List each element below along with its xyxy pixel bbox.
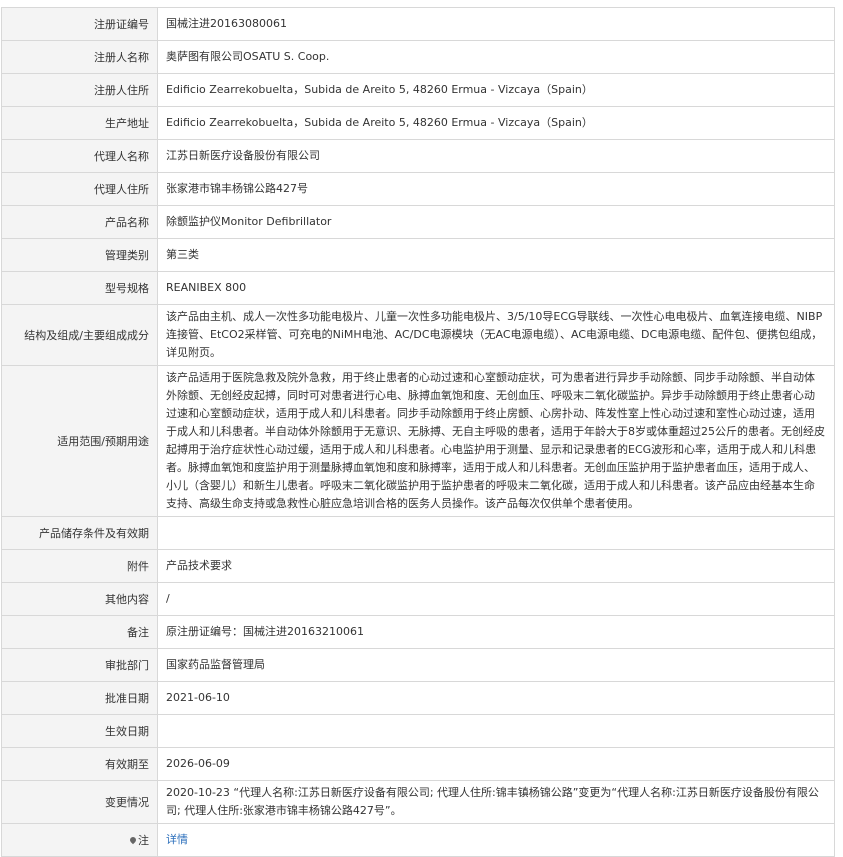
- table-row: 注册人住所 Edificio Zearrekobuelta，Subida de …: [1, 73, 835, 107]
- table-row: 变更情况 2020-10-23 “代理人名称:江苏日新医疗设备有限公司; 代理人…: [1, 780, 835, 824]
- table-row: 注册证编号 国械注进20163080061: [1, 7, 835, 41]
- row-value: [157, 516, 835, 550]
- table-row: 结构及组成/主要组成成分 该产品由主机、成人一次性多功能电极片、儿童一次性多功能…: [1, 304, 835, 366]
- note-label-cell: 注: [1, 823, 158, 857]
- table-row: 生产地址 Edificio Zearrekobuelta，Subida de A…: [1, 106, 835, 140]
- row-label: 变更情况: [1, 780, 158, 824]
- row-label: 代理人名称: [1, 139, 158, 173]
- table-row: 有效期至 2026-06-09: [1, 747, 835, 781]
- table-row: 其他内容 /: [1, 582, 835, 616]
- row-value: /: [157, 582, 835, 616]
- details-link[interactable]: 详情: [166, 833, 188, 846]
- row-value: Edificio Zearrekobuelta，Subida de Areito…: [157, 73, 835, 107]
- row-value: Edificio Zearrekobuelta，Subida de Areito…: [157, 106, 835, 140]
- row-value: 该产品由主机、成人一次性多功能电极片、儿童一次性多功能电极片、3/5/10导EC…: [157, 304, 835, 366]
- table-row: 注册人名称 奥萨图有限公司OSATU S. Coop.: [1, 40, 835, 74]
- row-label: 附件: [1, 549, 158, 583]
- table-row: 管理类别 第三类: [1, 238, 835, 272]
- row-value: [157, 714, 835, 748]
- row-value: 2021-06-10: [157, 681, 835, 715]
- row-label: 注册人住所: [1, 73, 158, 107]
- table-row: 产品名称 除颤监护仪Monitor Defibrillator: [1, 205, 835, 239]
- row-label: 型号规格: [1, 271, 158, 305]
- row-label: 管理类别: [1, 238, 158, 272]
- row-value: REANIBEX 800: [157, 271, 835, 305]
- row-value: 2020-10-23 “代理人名称:江苏日新医疗设备有限公司; 代理人住所:锦丰…: [157, 780, 835, 824]
- table-row: 备注 原注册证编号：国械注进20163210061: [1, 615, 835, 649]
- table-row: 代理人住所 张家港市锦丰杨锦公路427号: [1, 172, 835, 206]
- row-label: 审批部门: [1, 648, 158, 682]
- row-label: 批准日期: [1, 681, 158, 715]
- table-row: 代理人名称 江苏日新医疗设备股份有限公司: [1, 139, 835, 173]
- note-label: 注: [138, 834, 149, 847]
- row-label: 其他内容: [1, 582, 158, 616]
- row-label: 适用范围/预期用途: [1, 365, 158, 517]
- row-value: 国家药品监督管理局: [157, 648, 835, 682]
- table-row: 型号规格 REANIBEX 800: [1, 271, 835, 305]
- row-value: 江苏日新医疗设备股份有限公司: [157, 139, 835, 173]
- table-row: 适用范围/预期用途 该产品适用于医院急救及院外急救，用于终止患者的心动过速和心室…: [1, 365, 835, 517]
- row-label: 有效期至: [1, 747, 158, 781]
- map-pin-icon: [128, 835, 138, 845]
- row-value: 该产品适用于医院急救及院外急救，用于终止患者的心动过速和心室颤动症状，可为患者进…: [157, 365, 835, 517]
- table-row: 产品储存条件及有效期: [1, 516, 835, 550]
- row-label: 产品名称: [1, 205, 158, 239]
- row-value: 除颤监护仪Monitor Defibrillator: [157, 205, 835, 239]
- row-value: 产品技术要求: [157, 549, 835, 583]
- row-value: 国械注进20163080061: [157, 7, 835, 41]
- row-value: 原注册证编号：国械注进20163210061: [157, 615, 835, 649]
- table-row: 附件 产品技术要求: [1, 549, 835, 583]
- row-label: 结构及组成/主要组成成分: [1, 304, 158, 366]
- row-label: 生效日期: [1, 714, 158, 748]
- table-row: 审批部门 国家药品监督管理局: [1, 648, 835, 682]
- row-label: 注册人名称: [1, 40, 158, 74]
- row-value: 第三类: [157, 238, 835, 272]
- note-value: 详情: [157, 823, 835, 857]
- row-label: 代理人住所: [1, 172, 158, 206]
- note-row: 注 详情: [1, 823, 835, 857]
- row-label: 产品储存条件及有效期: [1, 516, 158, 550]
- row-label: 备注: [1, 615, 158, 649]
- row-value: 张家港市锦丰杨锦公路427号: [157, 172, 835, 206]
- row-label: 生产地址: [1, 106, 158, 140]
- table-row: 批准日期 2021-06-10: [1, 681, 835, 715]
- row-value: 奥萨图有限公司OSATU S. Coop.: [157, 40, 835, 74]
- registration-table: 注册证编号 国械注进20163080061 注册人名称 奥萨图有限公司OSATU…: [1, 7, 835, 857]
- row-value: 2026-06-09: [157, 747, 835, 781]
- table-row: 生效日期: [1, 714, 835, 748]
- row-label: 注册证编号: [1, 7, 158, 41]
